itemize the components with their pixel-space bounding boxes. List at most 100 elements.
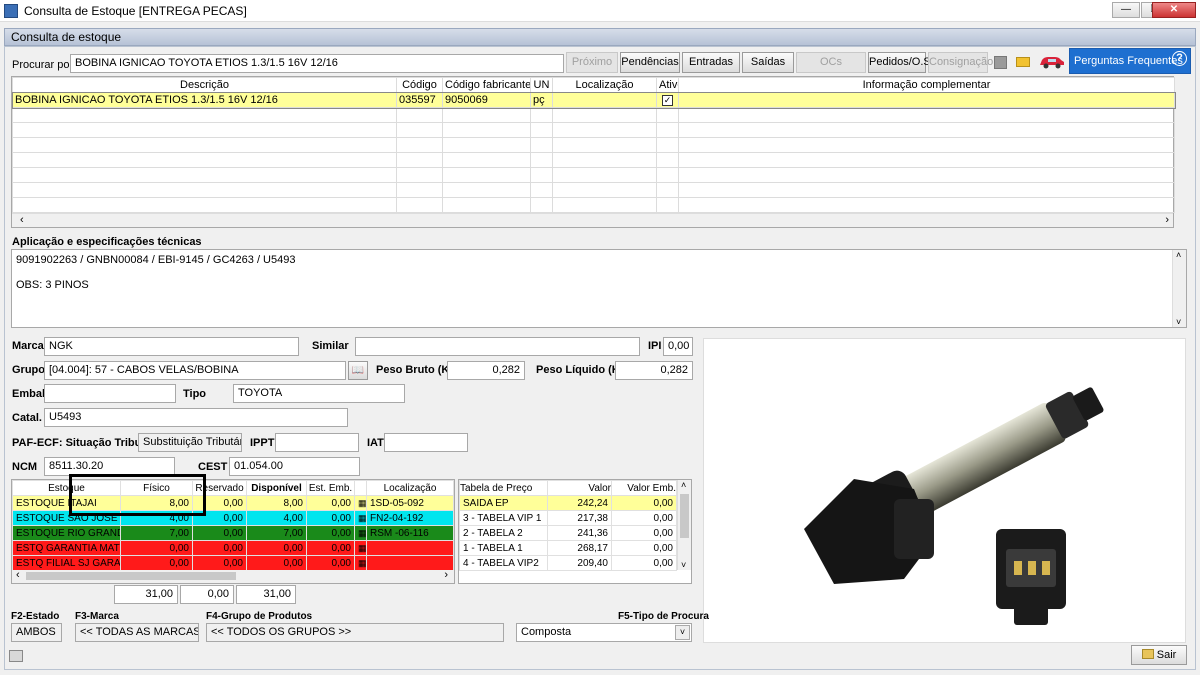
- estoque-cell-disponivel: 0,00: [246, 540, 307, 556]
- col-descricao[interactable]: Descrição: [12, 77, 397, 93]
- col-codigo[interactable]: Código: [396, 77, 443, 93]
- aplicacao-textarea[interactable]: 9091902263 / GNBN00084 / EBI-9145 / GC42…: [11, 249, 1187, 328]
- estoque-cell-localizacao: 1SD-05-092: [366, 495, 454, 511]
- col-un[interactable]: UN: [530, 77, 553, 93]
- scroll-thumb[interactable]: [680, 494, 689, 538]
- pedidos-button[interactable]: Pedidos/O.S.: [868, 52, 934, 73]
- f5-select[interactable]: Composta ˅: [516, 623, 692, 642]
- preco-cell-tabela: SAIDA EP: [459, 495, 548, 511]
- sair-button[interactable]: Sair: [1131, 645, 1187, 665]
- estoque-row[interactable]: ESTQ FILIAL SJ GARAN 0,00 0,00 0,00 0,00 ▦: [12, 555, 454, 571]
- scroll-up-icon[interactable]: ˄: [1176, 250, 1181, 260]
- peso-liquido-field[interactable]: 0,282: [615, 361, 693, 380]
- consignacao-button[interactable]: Consignação: [928, 52, 993, 73]
- similar-field[interactable]: [355, 337, 640, 356]
- folder-icon[interactable]: [1016, 57, 1030, 67]
- car-icon[interactable]: [1038, 55, 1066, 69]
- col-valor-emb[interactable]: Valor Emb.: [611, 480, 677, 496]
- scroll-up-icon[interactable]: ˄: [681, 480, 686, 490]
- square-icon[interactable]: [994, 56, 1007, 69]
- close-button[interactable]: ✕: [1152, 2, 1196, 18]
- ocs-button[interactable]: OCs: [796, 52, 866, 73]
- scroll-down-icon[interactable]: ˅: [681, 560, 686, 570]
- calculator-icon[interactable]: ▦: [354, 510, 367, 526]
- cest-label: CEST: [198, 461, 228, 473]
- table-row[interactable]: BOBINA IGNICAO TOYOTA ETIOS 1.3/1.5 16V …: [11, 91, 1176, 109]
- entradas-button[interactable]: Entradas: [682, 52, 740, 73]
- calculator-icon[interactable]: ▦: [354, 540, 367, 556]
- catal-field[interactable]: U5493: [44, 408, 348, 427]
- estoque-cell-emb: 0,00: [306, 540, 355, 556]
- ativo-checkbox[interactable]: ✓: [656, 92, 679, 108]
- iat-field[interactable]: [384, 433, 468, 452]
- note-icon[interactable]: [9, 650, 23, 662]
- cell-un: pç: [530, 92, 553, 108]
- aplicacao-scrollbar[interactable]: ˄ ˅: [1172, 250, 1186, 327]
- f3-field[interactable]: << TODAS AS MARCAS >>: [75, 623, 199, 642]
- estoque-cell-emb: 0,00: [306, 495, 355, 511]
- scroll-down-icon[interactable]: ˅: [1176, 317, 1181, 327]
- preco-row[interactable]: 3 - TABELA VIP 1 217,38 0,00: [459, 510, 677, 526]
- tipo-field[interactable]: TOYOTA: [233, 384, 405, 403]
- products-hscrollbar[interactable]: ‹ ›: [12, 213, 1173, 227]
- preco-row[interactable]: 4 - TABELA VIP2 209,40 0,00: [459, 555, 677, 571]
- app-icon: [4, 4, 18, 18]
- aplicacao-line2: OBS: 3 PINOS: [16, 279, 89, 291]
- f2-field[interactable]: AMBOS: [11, 623, 62, 642]
- book-icon[interactable]: 📖: [348, 361, 368, 380]
- cest-field[interactable]: 01.054.00: [229, 457, 360, 476]
- marca-field[interactable]: NGK: [44, 337, 299, 356]
- preco-cell-valor: 268,17: [547, 540, 612, 556]
- next-button[interactable]: Próximo ▶: [566, 52, 618, 87]
- scroll-left-icon[interactable]: ‹: [16, 569, 20, 581]
- estoque-hscrollbar[interactable]: ‹ ›: [12, 569, 454, 583]
- embal-field[interactable]: [44, 384, 176, 403]
- similar-label: Similar: [312, 340, 349, 352]
- cell-localizacao: [552, 92, 657, 108]
- estoque-row[interactable]: ESTOQUE RIO GRANDE 7,00 0,00 7,00 0,00 ▦ RSM -…: [12, 525, 454, 541]
- estoque-row[interactable]: ESTQ GARANTIA MATRI 0,00 0,00 0,00 0,00 ▦: [12, 540, 454, 556]
- precos-vscrollbar[interactable]: ˄ ˅: [677, 480, 691, 570]
- grupo-field[interactable]: [04.004]: 57 - CABOS VELAS/BOBINA: [44, 361, 346, 380]
- search-input[interactable]: BOBINA IGNICAO TOYOTA ETIOS 1.3/1.5 16V …: [70, 54, 564, 73]
- preco-cell-valor: 242,24: [547, 495, 612, 511]
- col-info[interactable]: Informação complementar: [678, 77, 1175, 93]
- pendencias-button[interactable]: Pendências: [620, 52, 680, 73]
- col-codigo-fabricante[interactable]: Código fabricante: [442, 77, 531, 93]
- cell-info: [678, 92, 1175, 108]
- col-est-localizacao[interactable]: Localização: [366, 480, 454, 496]
- preco-cell-emb: 0,00: [611, 555, 677, 571]
- ipi-field[interactable]: 0,00: [663, 337, 693, 356]
- col-disponivel[interactable]: Disponível: [246, 480, 307, 496]
- estoque-cell-nome: ESTOQUE RIO GRANDE: [12, 525, 121, 541]
- preco-cell-emb: 0,00: [611, 540, 677, 556]
- ippt-field[interactable]: [275, 433, 359, 452]
- saidas-button[interactable]: Saídas: [742, 52, 794, 73]
- estoque-cell-emb: 0,00: [306, 555, 355, 571]
- preco-row[interactable]: 1 - TABELA 1 268,17 0,00: [459, 540, 677, 556]
- paf-field[interactable]: Substituição Tributária: [138, 433, 242, 452]
- estoque-cell-localizacao: FN2-04-192: [366, 510, 454, 526]
- minimize-button[interactable]: —: [1112, 2, 1140, 18]
- col-tabela[interactable]: Tabela de Preço: [459, 480, 548, 496]
- col-localizacao[interactable]: Localização: [552, 77, 657, 93]
- preco-row[interactable]: 2 - TABELA 2 241,36 0,00: [459, 525, 677, 541]
- scroll-right-icon[interactable]: ›: [444, 569, 448, 581]
- col-est-emb[interactable]: Est. Emb.: [306, 480, 355, 496]
- scroll-right-icon[interactable]: ›: [1165, 214, 1169, 226]
- search-label: Procurar por: [12, 59, 74, 71]
- peso-bruto-field[interactable]: 0,282: [447, 361, 525, 380]
- estoque-cell-disponivel: 4,00: [246, 510, 307, 526]
- col-valor[interactable]: Valor: [547, 480, 612, 496]
- calculator-icon[interactable]: ▦: [354, 555, 367, 571]
- calculator-icon[interactable]: ▦: [354, 525, 367, 541]
- chevron-down-icon[interactable]: ˅: [675, 625, 690, 640]
- f4-field[interactable]: << TODOS OS GRUPOS >>: [206, 623, 504, 642]
- panel-header: Consulta de estoque: [4, 28, 1196, 46]
- calculator-icon[interactable]: ▦: [354, 495, 367, 511]
- faq-button[interactable]: Perguntas Frequentes?: [1069, 48, 1191, 74]
- preco-row[interactable]: SAIDA EP 242,24 0,00: [459, 495, 677, 511]
- scroll-thumb[interactable]: [26, 572, 236, 580]
- col-ativo[interactable]: Ativo: [656, 77, 679, 93]
- scroll-left-icon[interactable]: ‹: [20, 214, 24, 226]
